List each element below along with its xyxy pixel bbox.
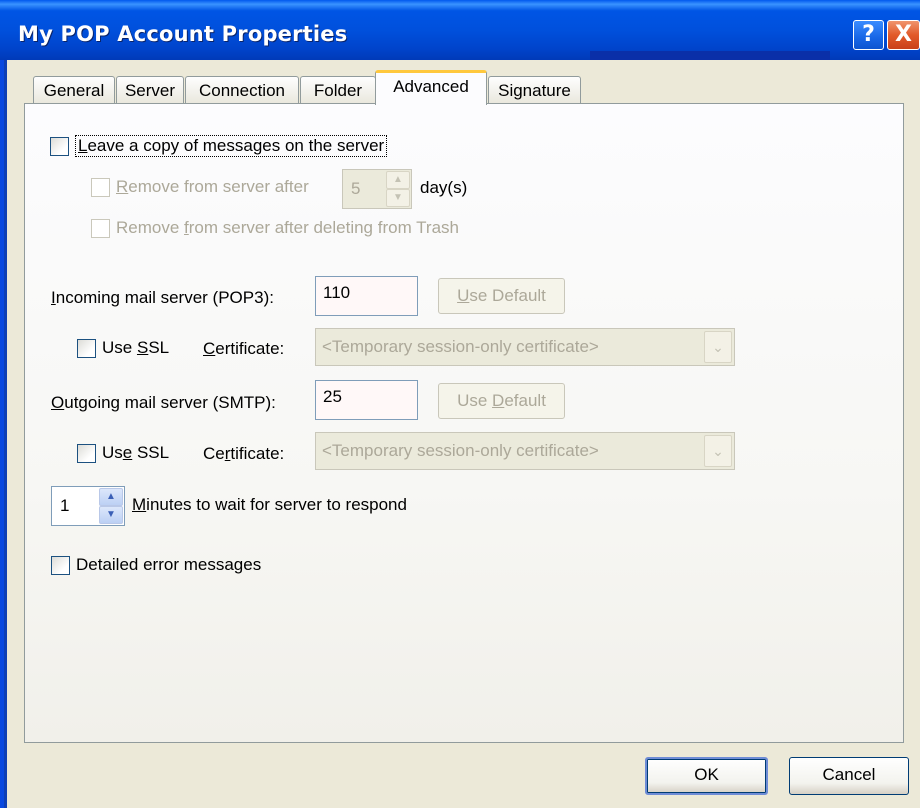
help-button[interactable]: ? (853, 20, 884, 50)
incoming-ssl-option[interactable]: Use SSL (77, 338, 169, 358)
outgoing-ssl-option[interactable]: Use SSL (77, 443, 169, 463)
spin-down-icon[interactable]: ▼ (386, 189, 410, 207)
window-title: My POP Account Properties (18, 22, 348, 46)
chevron-down-icon[interactable]: ⌄ (704, 331, 732, 363)
outgoing-ssl-checkbox[interactable] (77, 443, 96, 463)
title-bar[interactable]: My POP Account Properties ? X (0, 0, 920, 60)
tab-connection[interactable]: Connection (185, 76, 299, 104)
tab-general[interactable]: General (33, 76, 115, 104)
title-bar-divider (590, 51, 830, 60)
tab-advanced-label: Advanced (393, 77, 469, 96)
leave-copy-option[interactable]: Leave a copy of messages on the server (50, 135, 388, 157)
leave-copy-checkbox[interactable] (50, 136, 69, 156)
outgoing-port-input[interactable]: 25 (315, 380, 418, 420)
outgoing-certificate-select[interactable]: <Temporary session-only certificate> ⌄ (315, 432, 735, 470)
incoming-ssl-label: Use SSL (102, 338, 170, 357)
window-frame-inner (4, 60, 7, 808)
days-label: day(s) (420, 178, 468, 197)
leave-copy-label: Leave a copy of messages on the server (75, 135, 388, 157)
incoming-certificate-select[interactable]: <Temporary session-only certificate> ⌄ (315, 328, 735, 366)
chevron-down-icon[interactable]: ⌄ (704, 435, 732, 467)
incoming-certificate-value: <Temporary session-only certificate> (322, 337, 599, 356)
remove-trash-option[interactable]: Remove from server after deleting from T… (91, 218, 459, 238)
detailed-errors-label: Detailed error messages (76, 555, 262, 574)
spin-down-icon[interactable]: ▼ (99, 506, 123, 524)
remove-after-checkbox[interactable] (91, 177, 110, 197)
advanced-panel: Leave a copy of messages on the server R… (24, 103, 904, 743)
tab-folder[interactable]: Folder (300, 76, 376, 104)
remove-trash-label: Remove from server after deleting from T… (116, 218, 459, 237)
remove-days-spinner[interactable]: 5 ▲ ▼ (342, 169, 412, 209)
tab-signature[interactable]: Signature (488, 76, 581, 104)
outgoing-ssl-label: Use SSL (102, 443, 170, 462)
close-button[interactable]: X (887, 20, 920, 50)
outgoing-server-label: Outgoing mail server (SMTP): (51, 393, 276, 412)
spin-up-icon[interactable]: ▲ (386, 171, 410, 189)
tab-general-label: General (43, 81, 105, 100)
remove-days-value: 5 (351, 179, 361, 198)
incoming-certificate-label: Certificate: (203, 339, 285, 358)
cancel-button[interactable]: Cancel (789, 757, 909, 795)
tab-server[interactable]: Server (116, 76, 184, 104)
detailed-errors-checkbox[interactable] (51, 555, 70, 575)
remove-after-label: Remove from server after (116, 177, 309, 196)
outgoing-use-default-button[interactable]: Use Default (438, 383, 565, 419)
outgoing-certificate-value: <Temporary session-only certificate> (322, 441, 599, 460)
tab-server-label: Server (124, 81, 176, 100)
detailed-errors-option[interactable]: Detailed error messages (51, 555, 261, 575)
tab-folder-label: Folder (313, 81, 363, 100)
remove-trash-checkbox[interactable] (91, 218, 110, 238)
timeout-label: Minutes to wait for server to respond (132, 495, 407, 514)
incoming-ssl-checkbox[interactable] (77, 338, 96, 358)
tab-signature-label: Signature (498, 81, 571, 100)
incoming-server-label: Incoming mail server (POP3): (51, 288, 274, 307)
tab-advanced[interactable]: Advanced (375, 70, 487, 105)
outgoing-certificate-label: Certificate: (203, 444, 285, 463)
spin-up-icon[interactable]: ▲ (99, 488, 123, 506)
tab-connection-label: Connection (198, 81, 285, 100)
timeout-value: 1 (60, 496, 70, 515)
incoming-port-input[interactable]: 110 (315, 276, 418, 316)
remove-after-option[interactable]: Remove from server after (91, 177, 309, 197)
incoming-use-default-button[interactable]: Use Default (438, 278, 565, 314)
timeout-spinner[interactable]: 1 ▲ ▼ (51, 486, 125, 526)
ok-button[interactable]: OK (645, 757, 768, 795)
